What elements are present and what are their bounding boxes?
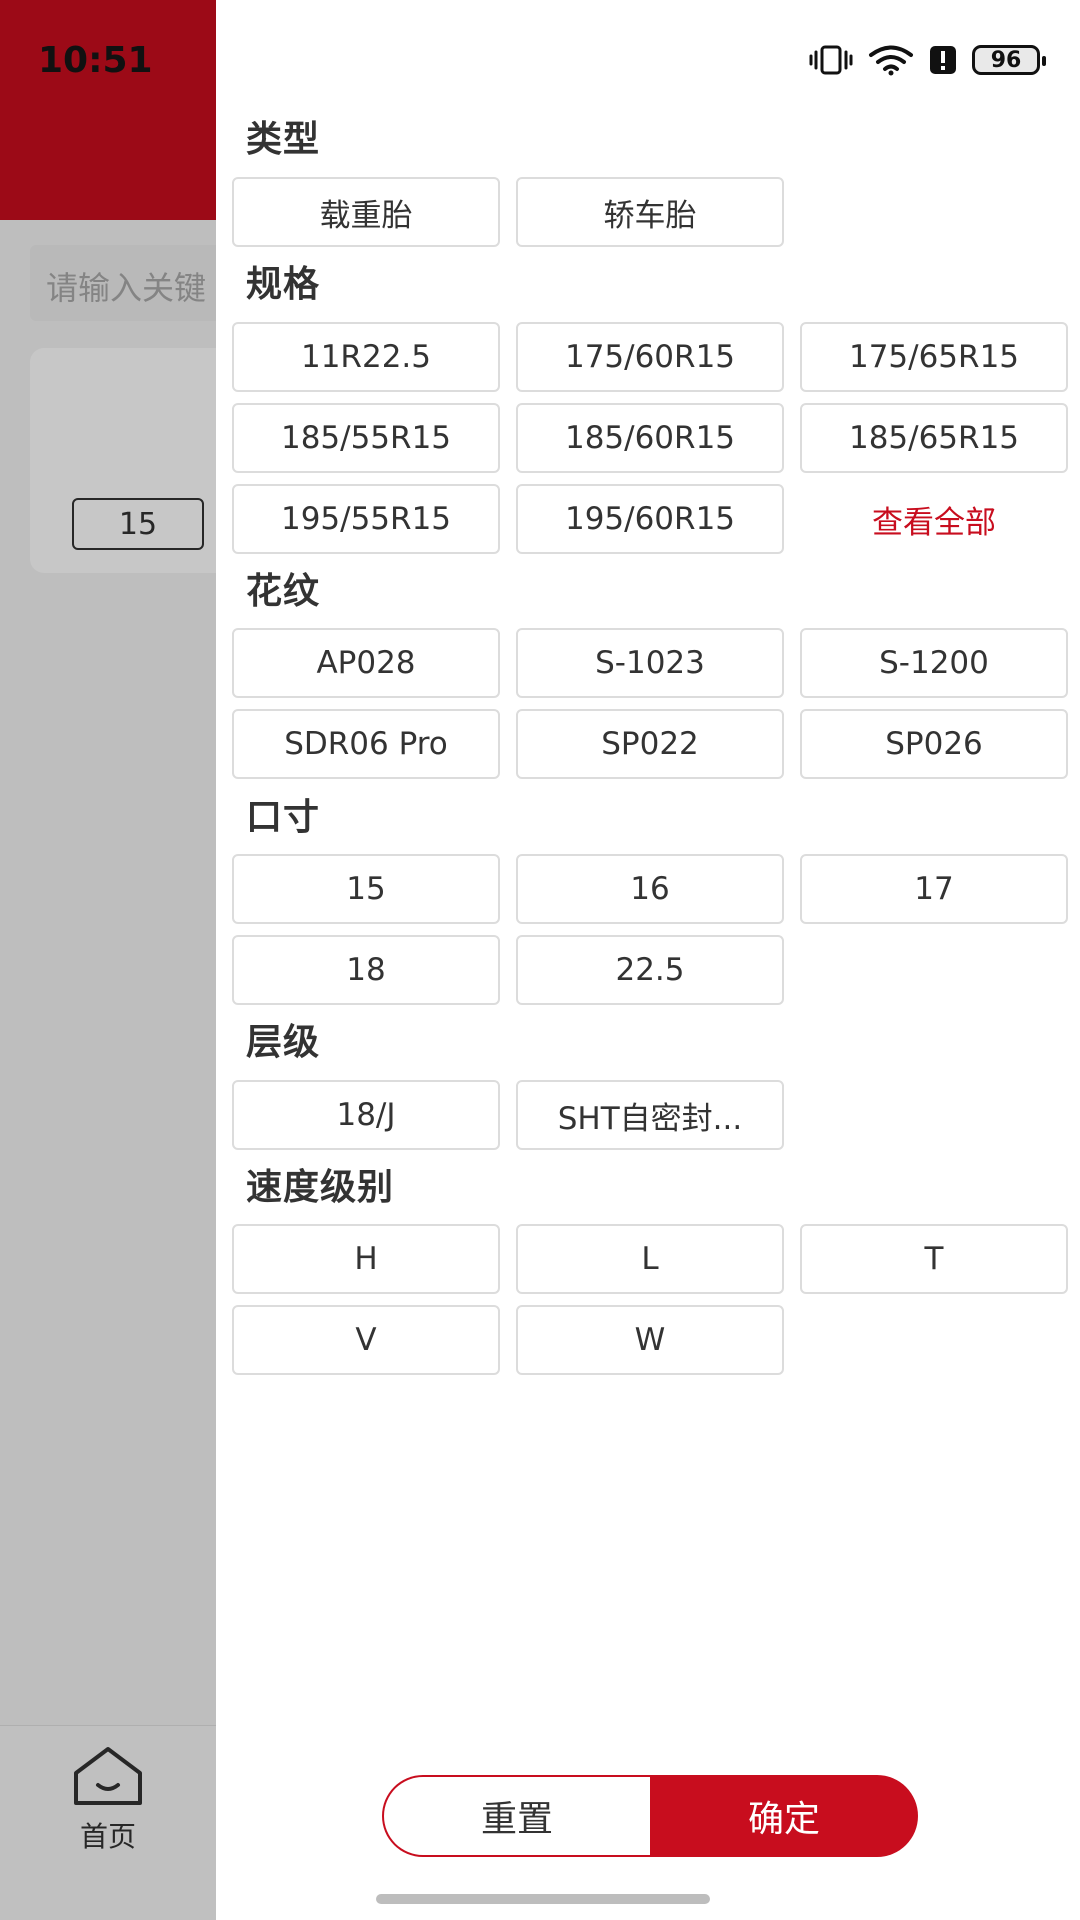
vibrate-icon: [808, 44, 854, 76]
alert-icon: [928, 44, 958, 76]
filter-option-speed[interactable]: T: [800, 1224, 1068, 1294]
filter-option-size[interactable]: 15: [232, 854, 500, 924]
filter-option-spec[interactable]: 11R22.5: [232, 322, 500, 392]
filter-option-size[interactable]: 17: [800, 854, 1068, 924]
section-title-size: 口寸: [246, 797, 321, 838]
filter-option-speed[interactable]: H: [232, 1224, 500, 1294]
filter-option-pattern[interactable]: S-1023: [516, 628, 784, 698]
section-title-speed: 速度级别: [246, 1167, 395, 1208]
filter-option-spec[interactable]: 195/60R15: [516, 484, 784, 554]
filter-option-size[interactable]: 18: [232, 935, 500, 1005]
filter-option-spec[interactable]: 185/60R15: [516, 403, 784, 473]
confirm-button[interactable]: 确定: [650, 1775, 918, 1857]
filter-option-pattern[interactable]: SP026: [800, 709, 1068, 779]
filter-option-spec[interactable]: 185/55R15: [232, 403, 500, 473]
filter-option-pattern[interactable]: SP022: [516, 709, 784, 779]
reset-button[interactable]: 重置: [382, 1775, 650, 1857]
filter-option-pattern[interactable]: S-1200: [800, 628, 1068, 698]
status-time: 10:51: [38, 40, 153, 81]
filter-option-type[interactable]: 载重胎: [232, 177, 500, 247]
status-icons: 96: [808, 44, 1046, 76]
filter-option-ply[interactable]: 18/J: [232, 1080, 500, 1150]
filter-option-spec[interactable]: 175/60R15: [516, 322, 784, 392]
filter-option-spec[interactable]: 195/55R15: [232, 484, 500, 554]
filter-drawer: 96 类型 载重胎 轿车胎 规格 11R22.5 175/60R15 175/6…: [216, 0, 1080, 1920]
filter-option-size[interactable]: 22.5: [516, 935, 784, 1005]
filter-option-pattern[interactable]: AP028: [232, 628, 500, 698]
filter-option-ply[interactable]: SHT自密封...: [516, 1080, 784, 1150]
wifi-icon: [868, 44, 914, 76]
filter-option-type[interactable]: 轿车胎: [516, 177, 784, 247]
filter-option-size[interactable]: 16: [516, 854, 784, 924]
section-title-spec: 规格: [246, 264, 321, 305]
action-button-group: 重置 确定: [382, 1775, 918, 1857]
filter-option-spec[interactable]: 175/65R15: [800, 322, 1068, 392]
filter-option-speed[interactable]: W: [516, 1305, 784, 1375]
battery-indicator: 96: [972, 45, 1046, 75]
section-title-ply: 层级: [246, 1022, 321, 1063]
section-title-pattern: 花纹: [246, 571, 321, 612]
home-indicator[interactable]: [376, 1894, 710, 1904]
filter-option-speed[interactable]: L: [516, 1224, 784, 1294]
filter-option-pattern[interactable]: SDR06 Pro: [232, 709, 500, 779]
section-title-type: 类型: [246, 119, 321, 160]
filter-option-spec[interactable]: 185/65R15: [800, 403, 1068, 473]
filter-option-speed[interactable]: V: [232, 1305, 500, 1375]
view-all-link[interactable]: 查看全部: [800, 484, 1068, 554]
